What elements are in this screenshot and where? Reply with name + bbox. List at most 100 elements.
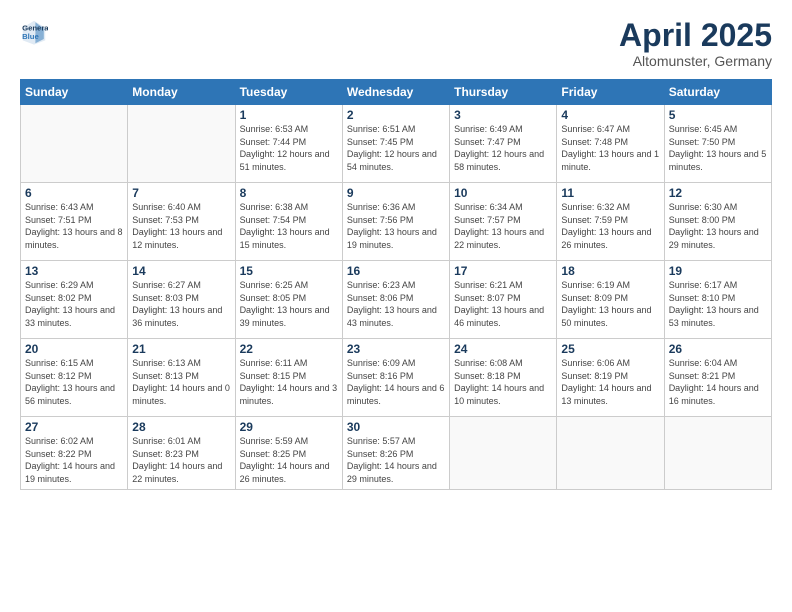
day-number: 28 bbox=[132, 420, 230, 434]
day-info: Sunrise: 6:43 AM Sunset: 7:51 PM Dayligh… bbox=[25, 201, 123, 251]
day-info: Sunrise: 6:01 AM Sunset: 8:23 PM Dayligh… bbox=[132, 435, 230, 485]
table-cell: 9Sunrise: 6:36 AM Sunset: 7:56 PM Daylig… bbox=[342, 183, 449, 261]
day-info: Sunrise: 6:32 AM Sunset: 7:59 PM Dayligh… bbox=[561, 201, 659, 251]
table-cell bbox=[664, 417, 771, 489]
table-cell: 21Sunrise: 6:13 AM Sunset: 8:13 PM Dayli… bbox=[128, 339, 235, 417]
day-info: Sunrise: 6:11 AM Sunset: 8:15 PM Dayligh… bbox=[240, 357, 338, 407]
day-info: Sunrise: 6:34 AM Sunset: 7:57 PM Dayligh… bbox=[454, 201, 552, 251]
day-number: 1 bbox=[240, 108, 338, 122]
day-number: 19 bbox=[669, 264, 767, 278]
table-cell: 17Sunrise: 6:21 AM Sunset: 8:07 PM Dayli… bbox=[450, 261, 557, 339]
table-cell: 27Sunrise: 6:02 AM Sunset: 8:22 PM Dayli… bbox=[21, 417, 128, 489]
logo-icon: General Blue bbox=[20, 18, 48, 46]
day-number: 4 bbox=[561, 108, 659, 122]
table-cell: 30Sunrise: 5:57 AM Sunset: 8:26 PM Dayli… bbox=[342, 417, 449, 489]
day-info: Sunrise: 6:25 AM Sunset: 8:05 PM Dayligh… bbox=[240, 279, 338, 329]
col-saturday: Saturday bbox=[664, 80, 771, 105]
day-number: 5 bbox=[669, 108, 767, 122]
day-info: Sunrise: 6:02 AM Sunset: 8:22 PM Dayligh… bbox=[25, 435, 123, 485]
table-cell: 2Sunrise: 6:51 AM Sunset: 7:45 PM Daylig… bbox=[342, 105, 449, 183]
table-cell: 22Sunrise: 6:11 AM Sunset: 8:15 PM Dayli… bbox=[235, 339, 342, 417]
logo: General Blue bbox=[20, 18, 50, 46]
table-cell bbox=[128, 105, 235, 183]
day-info: Sunrise: 6:51 AM Sunset: 7:45 PM Dayligh… bbox=[347, 123, 445, 173]
day-info: Sunrise: 6:23 AM Sunset: 8:06 PM Dayligh… bbox=[347, 279, 445, 329]
col-sunday: Sunday bbox=[21, 80, 128, 105]
day-number: 22 bbox=[240, 342, 338, 356]
calendar-subtitle: Altomunster, Germany bbox=[619, 53, 772, 69]
table-cell: 14Sunrise: 6:27 AM Sunset: 8:03 PM Dayli… bbox=[128, 261, 235, 339]
day-number: 6 bbox=[25, 186, 123, 200]
calendar-title: April 2025 bbox=[619, 18, 772, 53]
calendar-header-row: Sunday Monday Tuesday Wednesday Thursday… bbox=[21, 80, 772, 105]
day-info: Sunrise: 6:38 AM Sunset: 7:54 PM Dayligh… bbox=[240, 201, 338, 251]
day-number: 10 bbox=[454, 186, 552, 200]
table-cell: 28Sunrise: 6:01 AM Sunset: 8:23 PM Dayli… bbox=[128, 417, 235, 489]
day-number: 24 bbox=[454, 342, 552, 356]
day-info: Sunrise: 6:47 AM Sunset: 7:48 PM Dayligh… bbox=[561, 123, 659, 173]
table-cell: 23Sunrise: 6:09 AM Sunset: 8:16 PM Dayli… bbox=[342, 339, 449, 417]
day-info: Sunrise: 6:06 AM Sunset: 8:19 PM Dayligh… bbox=[561, 357, 659, 407]
day-number: 30 bbox=[347, 420, 445, 434]
day-info: Sunrise: 5:57 AM Sunset: 8:26 PM Dayligh… bbox=[347, 435, 445, 485]
day-number: 12 bbox=[669, 186, 767, 200]
header: General Blue April 2025 Altomunster, Ger… bbox=[20, 18, 772, 69]
table-cell: 12Sunrise: 6:30 AM Sunset: 8:00 PM Dayli… bbox=[664, 183, 771, 261]
day-info: Sunrise: 6:29 AM Sunset: 8:02 PM Dayligh… bbox=[25, 279, 123, 329]
day-info: Sunrise: 6:19 AM Sunset: 8:09 PM Dayligh… bbox=[561, 279, 659, 329]
col-thursday: Thursday bbox=[450, 80, 557, 105]
table-cell bbox=[450, 417, 557, 489]
table-cell bbox=[557, 417, 664, 489]
table-cell: 26Sunrise: 6:04 AM Sunset: 8:21 PM Dayli… bbox=[664, 339, 771, 417]
table-cell: 6Sunrise: 6:43 AM Sunset: 7:51 PM Daylig… bbox=[21, 183, 128, 261]
col-wednesday: Wednesday bbox=[342, 80, 449, 105]
day-number: 20 bbox=[25, 342, 123, 356]
day-number: 11 bbox=[561, 186, 659, 200]
day-info: Sunrise: 6:09 AM Sunset: 8:16 PM Dayligh… bbox=[347, 357, 445, 407]
day-number: 17 bbox=[454, 264, 552, 278]
table-cell: 1Sunrise: 6:53 AM Sunset: 7:44 PM Daylig… bbox=[235, 105, 342, 183]
day-info: Sunrise: 6:17 AM Sunset: 8:10 PM Dayligh… bbox=[669, 279, 767, 329]
day-info: Sunrise: 6:15 AM Sunset: 8:12 PM Dayligh… bbox=[25, 357, 123, 407]
table-cell: 7Sunrise: 6:40 AM Sunset: 7:53 PM Daylig… bbox=[128, 183, 235, 261]
day-number: 2 bbox=[347, 108, 445, 122]
col-monday: Monday bbox=[128, 80, 235, 105]
table-cell: 24Sunrise: 6:08 AM Sunset: 8:18 PM Dayli… bbox=[450, 339, 557, 417]
table-cell: 4Sunrise: 6:47 AM Sunset: 7:48 PM Daylig… bbox=[557, 105, 664, 183]
day-info: Sunrise: 6:13 AM Sunset: 8:13 PM Dayligh… bbox=[132, 357, 230, 407]
svg-text:Blue: Blue bbox=[22, 32, 39, 41]
table-cell: 18Sunrise: 6:19 AM Sunset: 8:09 PM Dayli… bbox=[557, 261, 664, 339]
day-info: Sunrise: 6:08 AM Sunset: 8:18 PM Dayligh… bbox=[454, 357, 552, 407]
day-number: 21 bbox=[132, 342, 230, 356]
table-cell: 11Sunrise: 6:32 AM Sunset: 7:59 PM Dayli… bbox=[557, 183, 664, 261]
table-cell: 25Sunrise: 6:06 AM Sunset: 8:19 PM Dayli… bbox=[557, 339, 664, 417]
table-cell: 19Sunrise: 6:17 AM Sunset: 8:10 PM Dayli… bbox=[664, 261, 771, 339]
table-cell: 3Sunrise: 6:49 AM Sunset: 7:47 PM Daylig… bbox=[450, 105, 557, 183]
table-cell: 20Sunrise: 6:15 AM Sunset: 8:12 PM Dayli… bbox=[21, 339, 128, 417]
day-info: Sunrise: 5:59 AM Sunset: 8:25 PM Dayligh… bbox=[240, 435, 338, 485]
day-info: Sunrise: 6:30 AM Sunset: 8:00 PM Dayligh… bbox=[669, 201, 767, 251]
page: General Blue April 2025 Altomunster, Ger… bbox=[0, 0, 792, 612]
table-cell bbox=[21, 105, 128, 183]
day-number: 3 bbox=[454, 108, 552, 122]
table-cell: 8Sunrise: 6:38 AM Sunset: 7:54 PM Daylig… bbox=[235, 183, 342, 261]
day-number: 25 bbox=[561, 342, 659, 356]
day-number: 29 bbox=[240, 420, 338, 434]
day-number: 7 bbox=[132, 186, 230, 200]
svg-text:General: General bbox=[22, 24, 48, 33]
day-number: 18 bbox=[561, 264, 659, 278]
title-block: April 2025 Altomunster, Germany bbox=[619, 18, 772, 69]
day-info: Sunrise: 6:53 AM Sunset: 7:44 PM Dayligh… bbox=[240, 123, 338, 173]
day-number: 27 bbox=[25, 420, 123, 434]
day-number: 14 bbox=[132, 264, 230, 278]
day-number: 13 bbox=[25, 264, 123, 278]
table-cell: 13Sunrise: 6:29 AM Sunset: 8:02 PM Dayli… bbox=[21, 261, 128, 339]
table-cell: 10Sunrise: 6:34 AM Sunset: 7:57 PM Dayli… bbox=[450, 183, 557, 261]
col-tuesday: Tuesday bbox=[235, 80, 342, 105]
table-cell: 15Sunrise: 6:25 AM Sunset: 8:05 PM Dayli… bbox=[235, 261, 342, 339]
day-info: Sunrise: 6:36 AM Sunset: 7:56 PM Dayligh… bbox=[347, 201, 445, 251]
day-number: 8 bbox=[240, 186, 338, 200]
table-cell: 16Sunrise: 6:23 AM Sunset: 8:06 PM Dayli… bbox=[342, 261, 449, 339]
calendar-table: Sunday Monday Tuesday Wednesday Thursday… bbox=[20, 79, 772, 489]
day-number: 15 bbox=[240, 264, 338, 278]
